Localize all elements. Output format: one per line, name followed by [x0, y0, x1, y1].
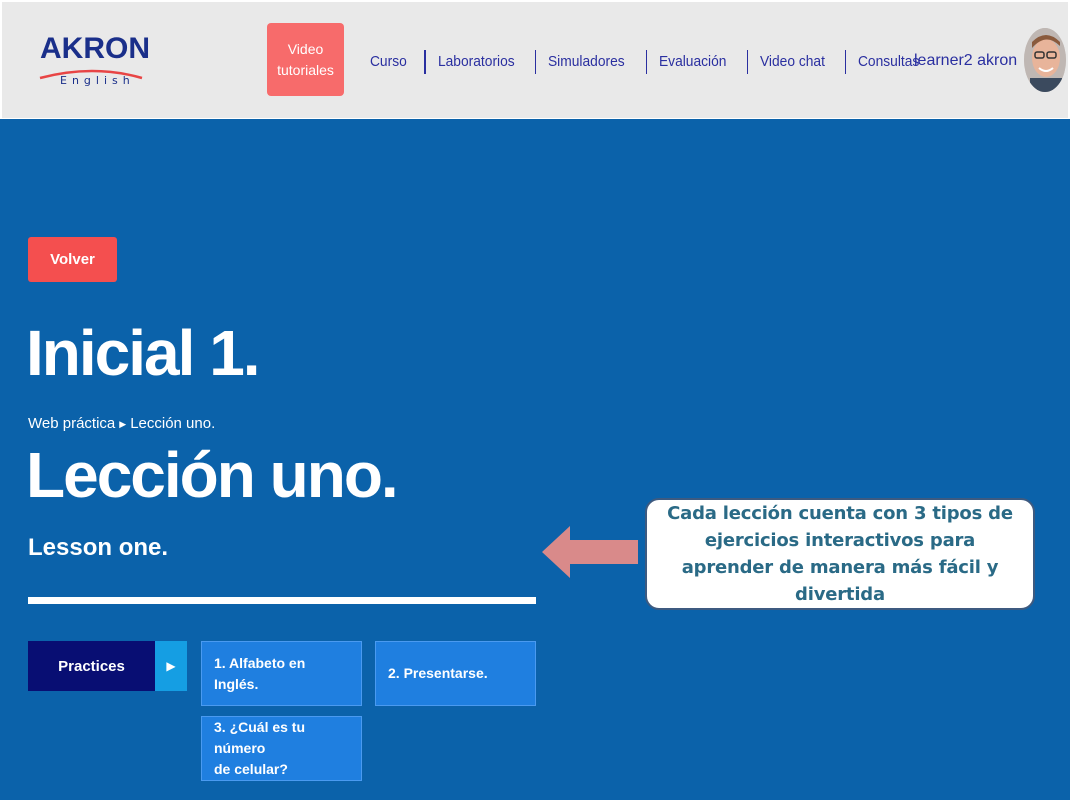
callout-text: Cada lección cuenta con 3 tipos de ejerc… — [667, 503, 1013, 605]
breadcrumb-current: Lección uno. — [130, 415, 216, 432]
lesson-subtitle: Lesson one. — [28, 534, 169, 561]
info-callout: Cada lección cuenta con 3 tipos de ejerc… — [645, 498, 1035, 610]
breadcrumb-parent[interactable]: Web práctica — [28, 413, 115, 435]
lesson-main: Volver Inicial 1. Web práctica ▶ Lección… — [0, 119, 1070, 800]
exercise-numero-celular[interactable]: 3. ¿Cuál es tu número de celular? — [201, 716, 362, 781]
section-divider — [28, 597, 536, 604]
breadcrumb: Web práctica ▶ Lección uno. — [28, 413, 215, 435]
video-button-line2: tutoriales — [277, 61, 334, 78]
exercise-label-line2: de celular? — [214, 761, 288, 777]
user-name[interactable]: learner2 akron — [914, 50, 1017, 72]
exercise-label: 1. Alfabeto en Inglés. — [214, 654, 306, 692]
practices-label: Practices — [28, 641, 155, 691]
exercise-label: 2. Presentarse. — [388, 665, 488, 681]
nav-laboratorios[interactable]: Laboratorios — [426, 51, 527, 73]
lesson-title: Lección uno. — [26, 439, 399, 511]
video-tutorials-button[interactable]: Video tutoriales — [267, 23, 344, 96]
practices-tab[interactable]: Practices ▶ — [28, 641, 187, 691]
nav-video-chat[interactable]: Video chat — [748, 51, 837, 73]
logo-subtitle: English — [60, 74, 135, 87]
exercise-presentarse[interactable]: 2. Presentarse. — [375, 641, 536, 706]
avatar[interactable] — [1024, 28, 1066, 92]
nav-evaluacion[interactable]: Evaluación — [647, 51, 738, 73]
left-arrow-icon — [542, 526, 638, 578]
main-nav: Curso Laboratorios Simuladores Evaluació… — [358, 50, 939, 74]
breadcrumb-arrow-icon: ▶ — [119, 419, 127, 429]
exercise-label-line1: 3. ¿Cuál es tu número — [214, 719, 306, 756]
nav-simuladores[interactable]: Simuladores — [536, 51, 637, 73]
exercise-label: 3. ¿Cuál es tu número de celular? — [214, 717, 349, 780]
back-button[interactable]: Volver — [28, 237, 117, 282]
logo-name: AKRON — [40, 32, 150, 65]
akron-logo[interactable]: AKRON English — [38, 32, 150, 94]
level-title: Inicial 1. — [26, 317, 261, 389]
exercise-alfabeto[interactable]: 1. Alfabeto en Inglés. — [201, 641, 362, 706]
user-avatar-icon — [1024, 28, 1066, 92]
video-button-line1: Video — [287, 40, 324, 57]
top-header: AKRON English Video tutoriales Curso Lab… — [2, 2, 1068, 118]
chevron-right-icon: ▶ — [155, 641, 187, 691]
nav-curso[interactable]: Curso — [358, 51, 419, 73]
